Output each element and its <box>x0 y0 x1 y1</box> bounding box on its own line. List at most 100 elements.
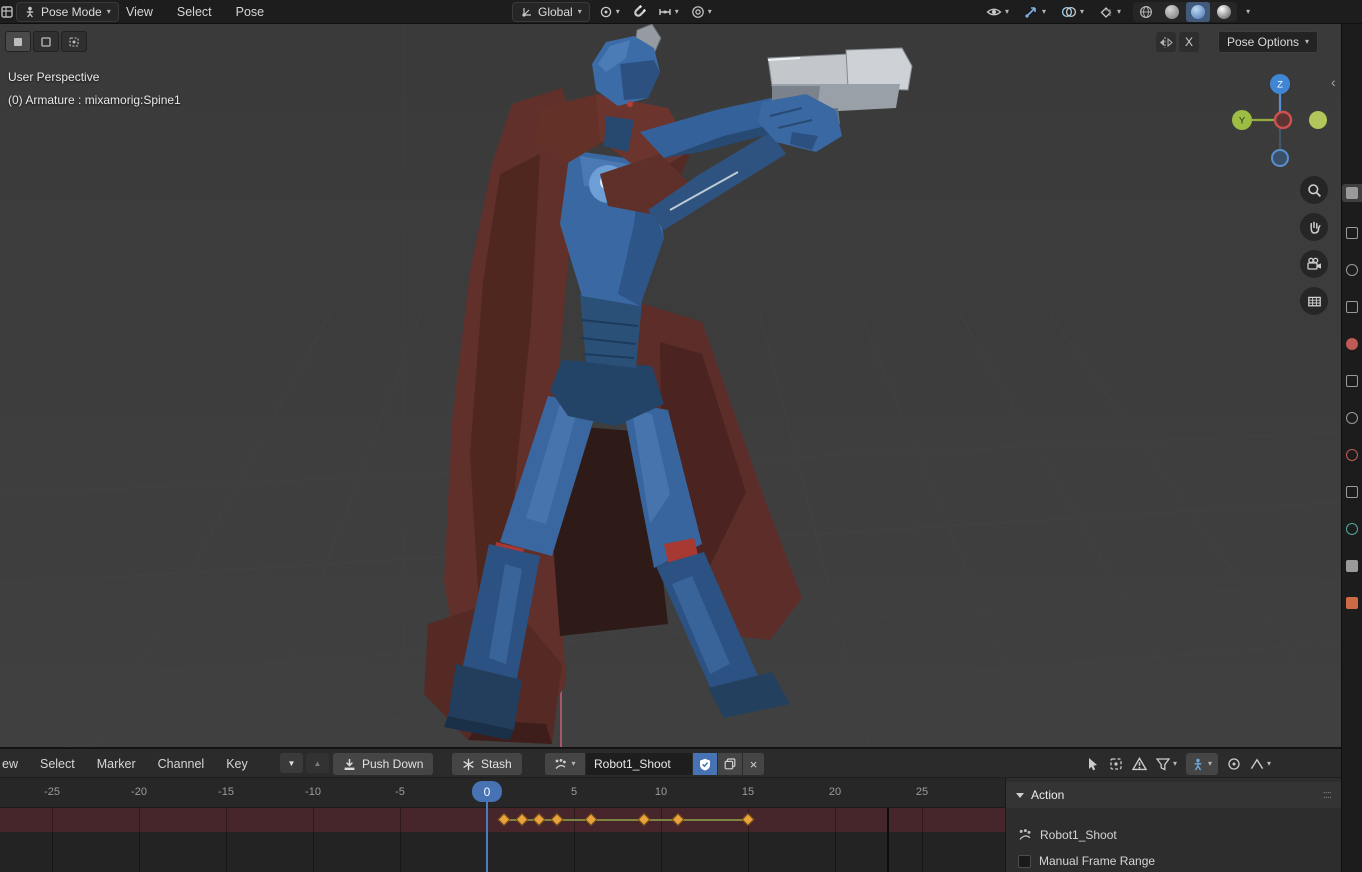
fake-user-toggle[interactable] <box>693 753 717 775</box>
mode-selector-dropdown[interactable]: Pose Mode ▾ <box>16 2 119 22</box>
push-down-button[interactable]: Push Down <box>333 753 433 775</box>
pivot-point-dropdown[interactable]: ▾ <box>596 2 623 22</box>
shading-solid-button[interactable] <box>1160 2 1184 22</box>
action-panel-header[interactable]: Action :::: <box>1006 782 1341 808</box>
action-datablock-row[interactable]: Robot1_Shoot <box>1006 822 1341 848</box>
chevron-down-icon: ▾ <box>1005 8 1009 16</box>
keyframe-diamond[interactable] <box>672 813 685 826</box>
properties-tab-icon[interactable] <box>1346 301 1358 313</box>
toggle-ortho-button[interactable] <box>1300 287 1328 315</box>
x-mirror-label: X <box>1185 35 1193 49</box>
manual-frame-range-checkbox[interactable] <box>1018 855 1031 868</box>
object-visibility-dropdown[interactable]: ▾ <box>983 2 1012 22</box>
push-down-label: Push Down <box>362 757 423 771</box>
gizmo-x-axis[interactable] <box>1275 112 1291 128</box>
action-name-field[interactable]: Robot1_Shoot <box>586 753 692 775</box>
select-box-tool-button[interactable] <box>33 31 59 52</box>
viewport-header: Pose Mode ▾ View Select Pose Global ▾ ▾ <box>0 0 1362 24</box>
keyframe-diamond[interactable] <box>550 813 563 826</box>
camera-view-button[interactable] <box>1300 250 1328 278</box>
menu-view[interactable]: View <box>126 5 153 19</box>
properties-tab-icon <box>1346 187 1358 199</box>
properties-tab-icon[interactable] <box>1346 486 1358 498</box>
properties-tab-icon[interactable] <box>1346 597 1358 609</box>
shading-rendered-button[interactable] <box>1212 2 1236 22</box>
properties-tab-icon[interactable] <box>1346 560 1358 572</box>
menu-channel[interactable]: Channel <box>158 757 205 771</box>
keyframe-diamond[interactable] <box>515 813 528 826</box>
menu-select[interactable]: Select <box>177 5 212 19</box>
mode-selector-label: Pose Mode <box>41 5 102 19</box>
show-errors-icon[interactable] <box>1132 757 1147 771</box>
x-axis-mirror-toggle[interactable]: X <box>1179 32 1199 52</box>
selected-frame-filter-icon[interactable] <box>1109 757 1123 771</box>
layer-down-button[interactable]: ▼ <box>280 753 303 773</box>
overlays-dropdown[interactable]: ▾ <box>1058 2 1087 22</box>
unlink-action-button[interactable]: × <box>743 753 764 775</box>
gizmo-z-neg-axis[interactable] <box>1272 150 1288 166</box>
shading-options-chevron-icon[interactable]: ▾ <box>1246 8 1250 16</box>
properties-tab-icon[interactable] <box>1346 227 1358 239</box>
proportional-toggle-icon[interactable] <box>1227 757 1241 771</box>
playhead-line[interactable] <box>486 800 488 872</box>
properties-tab-icon[interactable] <box>1346 375 1358 387</box>
shading-wireframe-button[interactable] <box>1134 2 1158 22</box>
keyframe-diamond[interactable] <box>533 813 546 826</box>
manual-frame-range-label: Manual Frame Range <box>1039 854 1155 868</box>
magnet-icon <box>632 5 646 19</box>
snap-target-dropdown[interactable]: ▾ <box>655 2 682 22</box>
menu-key[interactable]: Key <box>226 757 248 771</box>
ruler-tick-label: 15 <box>742 786 754 798</box>
ruler-tick-label: -5 <box>395 786 405 798</box>
zoom-button[interactable] <box>1300 176 1328 204</box>
proportional-editing-dropdown[interactable]: ▾ <box>688 2 715 22</box>
browse-action-dropdown[interactable]: ▾ <box>545 753 585 775</box>
select-tweak-tool-button[interactable] <box>5 31 31 52</box>
falloff-curve-icon <box>1250 758 1264 770</box>
filter-datatype-dropdown[interactable]: ▾ <box>1186 753 1218 775</box>
ruler-tick-label: -25 <box>44 786 60 798</box>
keyframe-diamond[interactable] <box>498 813 511 826</box>
properties-tab-icon[interactable] <box>1346 264 1358 276</box>
action-icon <box>554 758 567 771</box>
properties-tab-icon[interactable] <box>1346 338 1358 350</box>
gizmo-y-neg-axis[interactable] <box>1309 111 1327 129</box>
gizmos-dropdown[interactable]: ▾ <box>1021 2 1049 22</box>
shading-material-button[interactable] <box>1186 2 1210 22</box>
view-perspective-label: User Perspective <box>8 70 99 84</box>
properties-tab-icon[interactable] <box>1346 412 1358 424</box>
gizmo-arrow-icon <box>1024 5 1039 19</box>
keyframe-diamond[interactable] <box>742 813 755 826</box>
transform-orientation-dropdown[interactable]: Global ▾ <box>512 2 590 22</box>
pose-options-dropdown[interactable]: Pose Options ▾ <box>1218 31 1318 53</box>
rendered-sphere-icon <box>1217 5 1231 19</box>
stash-button[interactable]: Stash <box>452 753 522 775</box>
interpolation-dropdown[interactable]: ▾ <box>1250 758 1271 770</box>
menu-view-truncated[interactable]: ew <box>2 757 18 771</box>
3d-viewport[interactable]: User Perspective (0) Armature : mixamori… <box>0 24 1341 747</box>
filter-dropdown[interactable]: ▾ <box>1156 758 1177 771</box>
only-selected-filter-icon[interactable] <box>1086 757 1100 771</box>
panel-grip-icon[interactable]: :::: <box>1323 789 1331 801</box>
properties-tab-icon[interactable] <box>1346 523 1358 535</box>
xray-dropdown[interactable]: ▾ <box>1096 2 1124 22</box>
timeline-ruler[interactable]: -25-20-15-10-50510152025 0 <box>0 778 1005 808</box>
navigation-gizmo[interactable]: Z Y <box>1228 70 1332 174</box>
menu-select[interactable]: Select <box>40 757 75 771</box>
layer-up-button[interactable]: ▲ <box>306 753 329 773</box>
pan-button[interactable] <box>1300 213 1328 241</box>
pose-mirror-button[interactable] <box>1156 32 1176 52</box>
menu-pose[interactable]: Pose <box>236 5 265 19</box>
keyframe-diamond[interactable] <box>637 813 650 826</box>
new-action-copy-button[interactable] <box>718 753 742 775</box>
properties-tab-active[interactable] <box>1342 184 1362 202</box>
editor-type-button[interactable] <box>0 2 17 22</box>
menu-marker[interactable]: Marker <box>97 757 136 771</box>
current-frame-badge[interactable]: 0 <box>472 781 502 802</box>
select-mode-extra-button[interactable] <box>61 31 87 52</box>
snap-toggle-button[interactable] <box>629 2 649 22</box>
action-icon <box>1018 828 1032 842</box>
track-area[interactable] <box>0 808 1005 872</box>
keyframe-diamond[interactable] <box>585 813 598 826</box>
properties-tab-icon[interactable] <box>1346 449 1358 461</box>
